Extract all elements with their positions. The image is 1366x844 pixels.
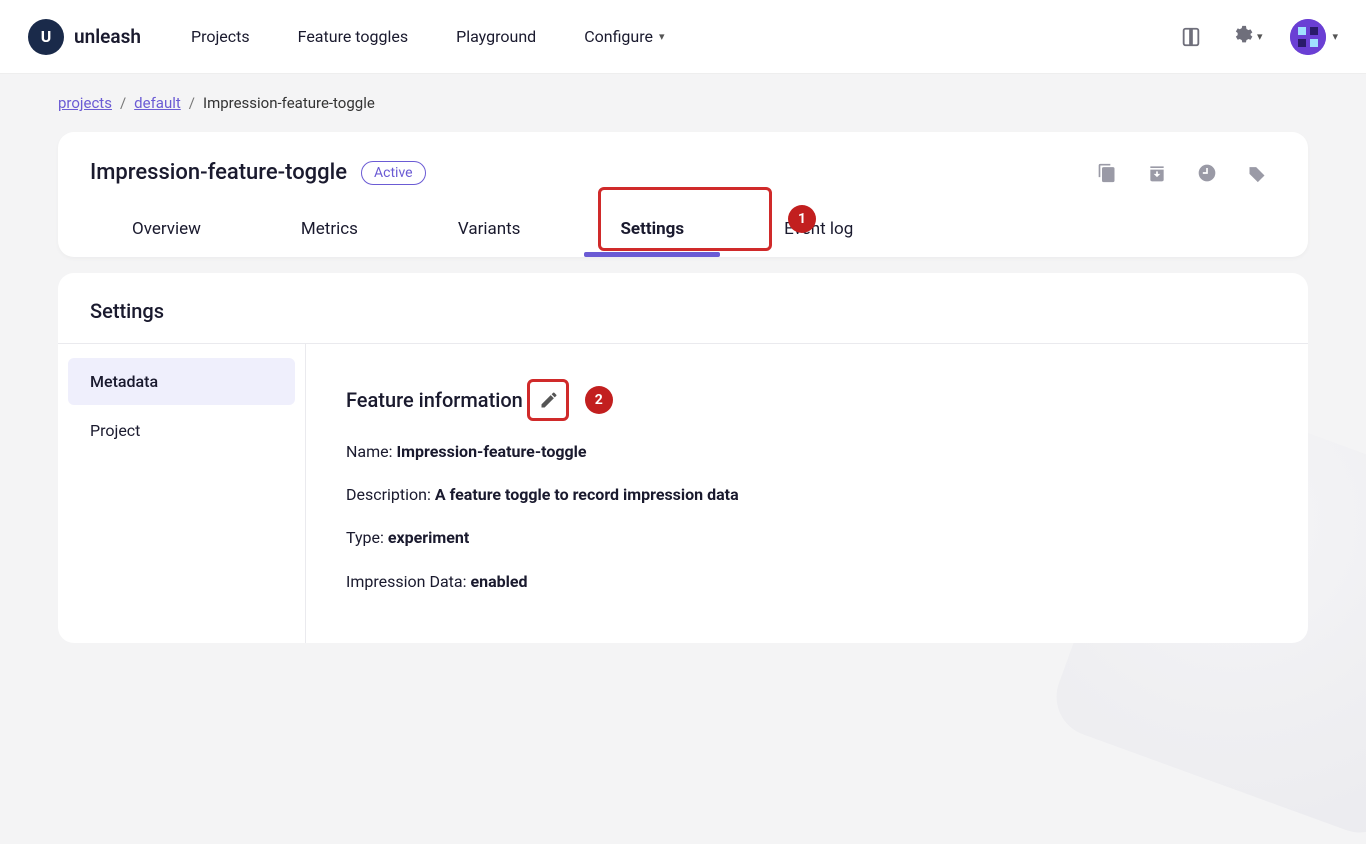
edit-button-wrap (529, 380, 569, 420)
feature-header-actions (1096, 162, 1276, 184)
info-impression-label: Impression Data: (346, 572, 466, 591)
info-description-label: Description: (346, 485, 431, 504)
chevron-down-icon: ▾ (1257, 30, 1263, 43)
breadcrumb-default[interactable]: default (134, 94, 181, 112)
clock-icon[interactable] (1196, 162, 1218, 184)
breadcrumb-projects[interactable]: projects (58, 94, 112, 112)
sidebar-item-metadata[interactable]: Metadata (68, 358, 295, 405)
settings-card: Settings Metadata Project Feature inform… (58, 273, 1308, 643)
info-name-value: Impression-feature-toggle (396, 442, 586, 461)
settings-panel-title: Settings (58, 273, 1308, 343)
copy-icon[interactable] (1096, 162, 1118, 184)
feature-header: Impression-feature-toggle Active (58, 132, 1308, 185)
chevron-down-icon: ▾ (659, 30, 665, 43)
settings-sidebar: Metadata Project (58, 343, 306, 643)
brand-name: unleash (74, 25, 141, 48)
tab-metrics[interactable]: Metrics (251, 203, 408, 257)
docs-icon[interactable] (1179, 25, 1203, 49)
tag-icon[interactable] (1246, 162, 1268, 184)
breadcrumb: projects / default / Impression-feature-… (0, 74, 1366, 124)
feature-title: Impression-feature-toggle (90, 160, 347, 185)
archive-icon[interactable] (1146, 162, 1168, 184)
nav-projects[interactable]: Projects (191, 27, 250, 46)
top-nav: U unleash Projects Feature toggles Playg… (0, 0, 1366, 74)
nav-configure[interactable]: Configure ▾ (584, 27, 664, 46)
user-menu[interactable]: ▾ (1290, 19, 1338, 55)
annotation-badge-1: 1 (788, 205, 816, 233)
breadcrumb-separator: / (120, 94, 126, 112)
info-type-label: Type: (346, 528, 384, 547)
tab-variants[interactable]: Variants (408, 203, 571, 257)
tab-settings[interactable]: Settings (570, 203, 734, 257)
info-description-row: Description: A feature toggle to record … (346, 483, 766, 506)
sidebar-item-project[interactable]: Project (68, 407, 295, 454)
tab-event-log[interactable]: Event log (734, 203, 903, 257)
nav-playground[interactable]: Playground (456, 27, 536, 46)
info-type-value: experiment (388, 528, 469, 547)
info-name-label: Name: (346, 442, 393, 461)
brand-logo[interactable]: U unleash (28, 19, 141, 55)
nav-right-actions: ▾ ▾ (1179, 19, 1338, 55)
feature-info-title: Feature information (346, 388, 523, 412)
settings-main: Feature information 2 Name: Impression-f… (306, 343, 1308, 643)
edit-icon[interactable] (537, 388, 561, 412)
info-type-row: Type: experiment (346, 526, 766, 549)
feature-tabs: Overview Metrics Variants Settings Event… (58, 185, 1308, 257)
annotation-badge-2: 2 (585, 386, 613, 414)
info-impression-row: Impression Data: enabled (346, 570, 766, 593)
info-impression-value: enabled (470, 572, 527, 591)
primary-nav: Projects Feature toggles Playground Conf… (191, 27, 1179, 46)
info-description-value: A feature toggle to record impression da… (435, 485, 739, 504)
breadcrumb-separator: / (189, 94, 195, 112)
nav-feature-toggles[interactable]: Feature toggles (298, 27, 408, 46)
gear-icon (1231, 24, 1253, 50)
breadcrumb-current: Impression-feature-toggle (203, 94, 375, 112)
settings-body: Metadata Project Feature information 2 N… (58, 343, 1308, 643)
settings-menu[interactable]: ▾ (1231, 24, 1263, 50)
chevron-down-icon: ▾ (1332, 30, 1338, 43)
status-badge: Active (361, 161, 426, 185)
info-name-row: Name: Impression-feature-toggle (346, 440, 766, 463)
avatar (1290, 19, 1326, 55)
tab-overview[interactable]: Overview (82, 203, 251, 257)
logo-mark: U (28, 19, 64, 55)
feature-header-card: Impression-feature-toggle Active Overvie… (58, 132, 1308, 257)
nav-configure-label: Configure (584, 27, 653, 46)
feature-info-heading: Feature information 2 (346, 380, 1268, 420)
